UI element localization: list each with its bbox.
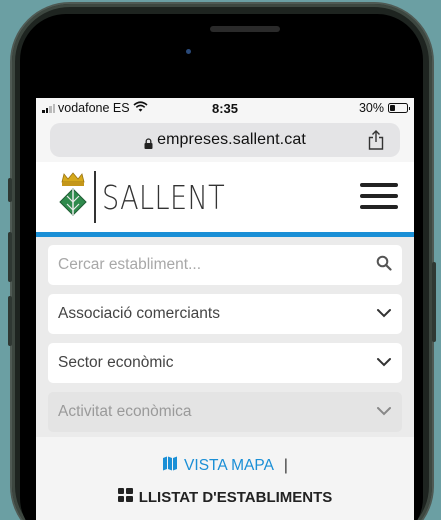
chevron-down-icon: [376, 403, 392, 421]
wifi-icon: [133, 101, 148, 115]
browser-toolbar: empreses.sallent.cat: [36, 118, 414, 162]
share-icon[interactable]: [368, 130, 384, 155]
camera-dot: [186, 49, 191, 54]
phone-side-button: [8, 232, 12, 282]
phone-side-button: [432, 262, 436, 342]
search-placeholder: Cercar establiment...: [58, 256, 201, 273]
carrier-name: vodafone ES: [58, 101, 130, 115]
site-header: SALLENT: [36, 162, 414, 232]
map-view-link[interactable]: VISTA MAPA |: [36, 455, 414, 476]
list-view-link[interactable]: LLISTAT D'ESTABLIMENTS: [36, 488, 414, 506]
grid-list-icon: [117, 488, 133, 506]
status-time: 8:35: [211, 100, 239, 116]
search-icon[interactable]: [376, 255, 392, 276]
sector-select-value: Sector econòmic: [58, 354, 174, 371]
logo-text: SALLENT: [102, 177, 226, 217]
association-select[interactable]: Associació comerciants: [48, 294, 402, 334]
chevron-down-icon: [376, 305, 392, 323]
hamburger-menu-icon[interactable]: [360, 183, 398, 209]
association-select-value: Associació comerciants: [58, 305, 220, 322]
filter-panel: Cercar establiment... Associació comerci…: [36, 237, 414, 437]
site-logo[interactable]: SALLENT: [58, 171, 252, 223]
speaker-grille: [210, 26, 280, 32]
status-bar: vodafone ES 8:35 30%: [36, 98, 414, 118]
map-view-label: VISTA MAPA: [184, 456, 274, 474]
signal-icon: [42, 103, 55, 113]
list-view-label: LLISTAT D'ESTABLIMENTS: [138, 488, 333, 506]
phone-side-button: [8, 178, 12, 202]
address-bar[interactable]: empreses.sallent.cat: [50, 123, 400, 157]
view-toggle: VISTA MAPA | LLISTAT D'ESTABLIMENTS: [36, 437, 414, 520]
status-right: 30%: [278, 101, 410, 115]
map-icon: [162, 455, 178, 476]
activity-select-value: Activitat econòmica: [58, 403, 192, 420]
status-left: vodafone ES: [42, 101, 172, 115]
lock-icon: [144, 136, 153, 149]
coat-of-arms-icon: [58, 171, 88, 223]
sector-select[interactable]: Sector econòmic: [48, 343, 402, 383]
chevron-down-icon: [376, 354, 392, 372]
battery-percent: 30%: [358, 101, 384, 115]
activity-select[interactable]: Activitat econòmica: [48, 392, 402, 432]
battery-fill: [390, 105, 395, 111]
search-input[interactable]: Cercar establiment...: [48, 245, 402, 285]
url-text: empreses.sallent.cat: [157, 131, 306, 148]
view-separator: |: [283, 456, 288, 474]
logo-divider: [94, 171, 96, 223]
battery-icon: [388, 103, 410, 113]
phone-screen: vodafone ES 8:35 30% empreses.sallent.ca…: [36, 98, 414, 520]
phone-side-button: [8, 296, 12, 346]
